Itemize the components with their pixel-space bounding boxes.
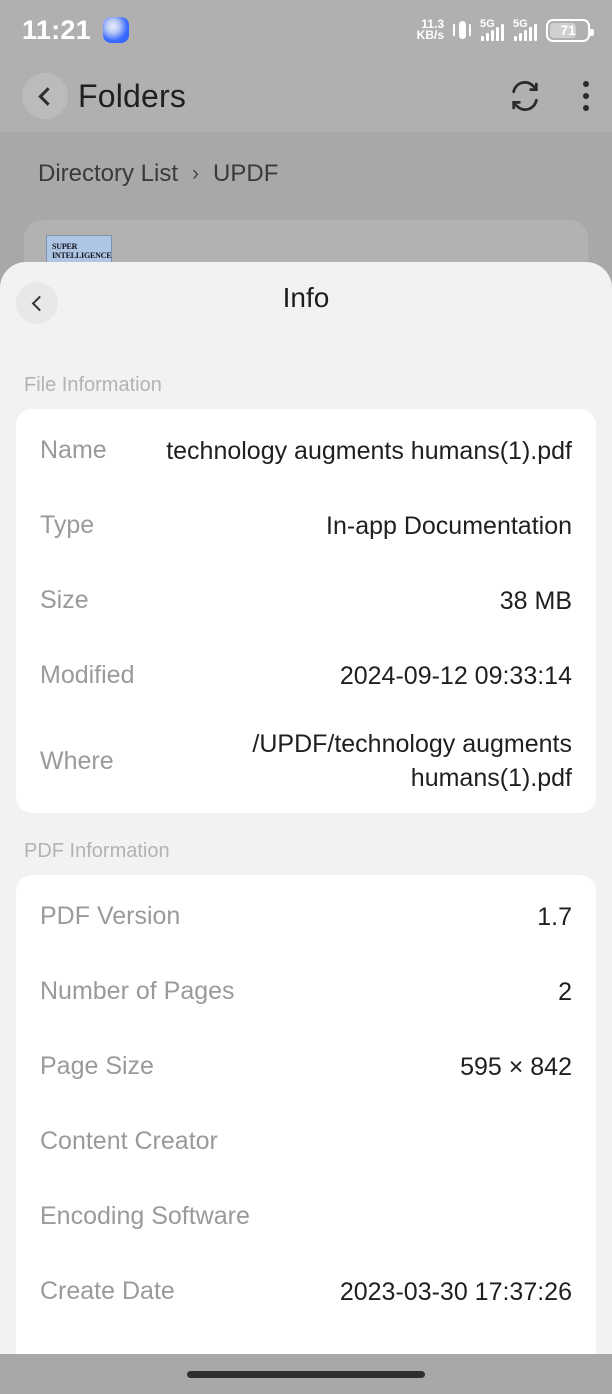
- table-row[interactable]: Number of Pages 2: [40, 954, 572, 1029]
- system-navigation-bar: [0, 1354, 612, 1394]
- home-indicator[interactable]: [187, 1370, 425, 1378]
- row-value: 2024-09-12 09:33:14: [339, 661, 572, 690]
- row-value: /UPDF/technology augments humans(1).pdf: [252, 730, 572, 792]
- row-value: technology augments humans(1).pdf: [166, 436, 572, 465]
- row-value: 595 × 842: [460, 1052, 572, 1081]
- table-row[interactable]: Size 38 MB: [40, 563, 572, 638]
- row-value: 38 MB: [499, 586, 572, 615]
- info-sheet-header: Info: [0, 262, 612, 340]
- breadcrumb-root[interactable]: Directory List: [38, 160, 178, 188]
- status-bar-right: 11.3 KB/s 5G 5G 71: [416, 18, 594, 42]
- network-speed: 11.3 KB/s: [416, 18, 444, 42]
- row-key: Page Size: [40, 1052, 154, 1080]
- signal-label-sim1: 5G: [480, 18, 495, 30]
- network-speed-unit: KB/s: [416, 28, 444, 42]
- row-value: 2: [558, 977, 572, 1006]
- battery-percent: 71: [560, 22, 576, 38]
- refresh-icon[interactable]: [508, 79, 542, 113]
- app-bar-actions: [508, 79, 590, 113]
- signal-icon-sim2: 5G: [513, 18, 537, 41]
- row-key: Type: [40, 511, 95, 539]
- app-bar-back-button[interactable]: [22, 73, 68, 119]
- table-row[interactable]: Content Creator: [40, 1104, 572, 1179]
- app-bar: Folders: [0, 60, 612, 132]
- row-key: Where: [40, 746, 114, 775]
- status-bar: 11:21 11.3 KB/s 5G 5G 71: [0, 0, 612, 60]
- row-key: Encoding Software: [40, 1202, 250, 1230]
- status-bar-left: 11:21: [22, 14, 130, 46]
- row-value: 1.7: [537, 902, 572, 931]
- row-value: In-app Documentation: [326, 511, 572, 540]
- row-key: Create Date: [40, 1277, 175, 1305]
- battery-icon: 71: [546, 18, 594, 42]
- row-key: Content Creator: [40, 1127, 218, 1155]
- pdf-information-label: PDF Information: [24, 840, 170, 862]
- row-key: Size: [40, 586, 89, 614]
- breadcrumb-current[interactable]: UPDF: [213, 160, 278, 188]
- table-row[interactable]: Type In-app Documentation: [40, 488, 572, 563]
- row-value: 2023-03-30 17:37:26: [339, 1277, 572, 1306]
- thumbnail-title-line1: SUPER: [52, 242, 78, 251]
- table-row[interactable]: Where /UPDF/technology augments humans(1…: [40, 713, 572, 809]
- chevron-left-icon: [37, 86, 57, 106]
- signal-icon-sim1: 5G: [480, 18, 504, 41]
- table-row[interactable]: PDF Version 1.7: [40, 879, 572, 954]
- table-row[interactable]: Name technology augments humans(1).pdf: [40, 413, 572, 488]
- chevron-right-icon: ›: [192, 162, 200, 185]
- info-title: Info: [282, 282, 330, 313]
- row-key: Modified: [40, 661, 135, 689]
- table-row[interactable]: Modified 2024-09-12 09:33:14: [40, 638, 572, 713]
- pdf-information-card: PDF Version 1.7 Number of Pages 2 Page S…: [16, 875, 596, 1394]
- page-title: Folders: [78, 77, 187, 114]
- breadcrumb: Directory List › UPDF: [38, 160, 278, 188]
- file-information-card: Name technology augments humans(1).pdf T…: [16, 409, 596, 813]
- status-time: 11:21: [22, 14, 92, 45]
- signal-label-sim2: 5G: [513, 18, 528, 30]
- info-bottom-sheet: Info File Information Name technology au…: [0, 262, 612, 1394]
- more-vertical-icon[interactable]: [582, 81, 590, 111]
- thumbnail-title-line2: INTELLIGENCE: [52, 251, 112, 260]
- row-key: Number of Pages: [40, 977, 235, 1005]
- messenger-icon: [103, 17, 130, 43]
- row-key: Name: [40, 436, 107, 464]
- table-row[interactable]: Page Size 595 × 842: [40, 1029, 572, 1104]
- row-key: PDF Version: [40, 902, 181, 930]
- table-row[interactable]: Create Date 2023-03-30 17:37:26: [40, 1254, 572, 1329]
- file-information-label: File Information: [24, 374, 162, 396]
- vibrate-icon: [453, 18, 471, 42]
- table-row[interactable]: Encoding Software: [40, 1179, 572, 1254]
